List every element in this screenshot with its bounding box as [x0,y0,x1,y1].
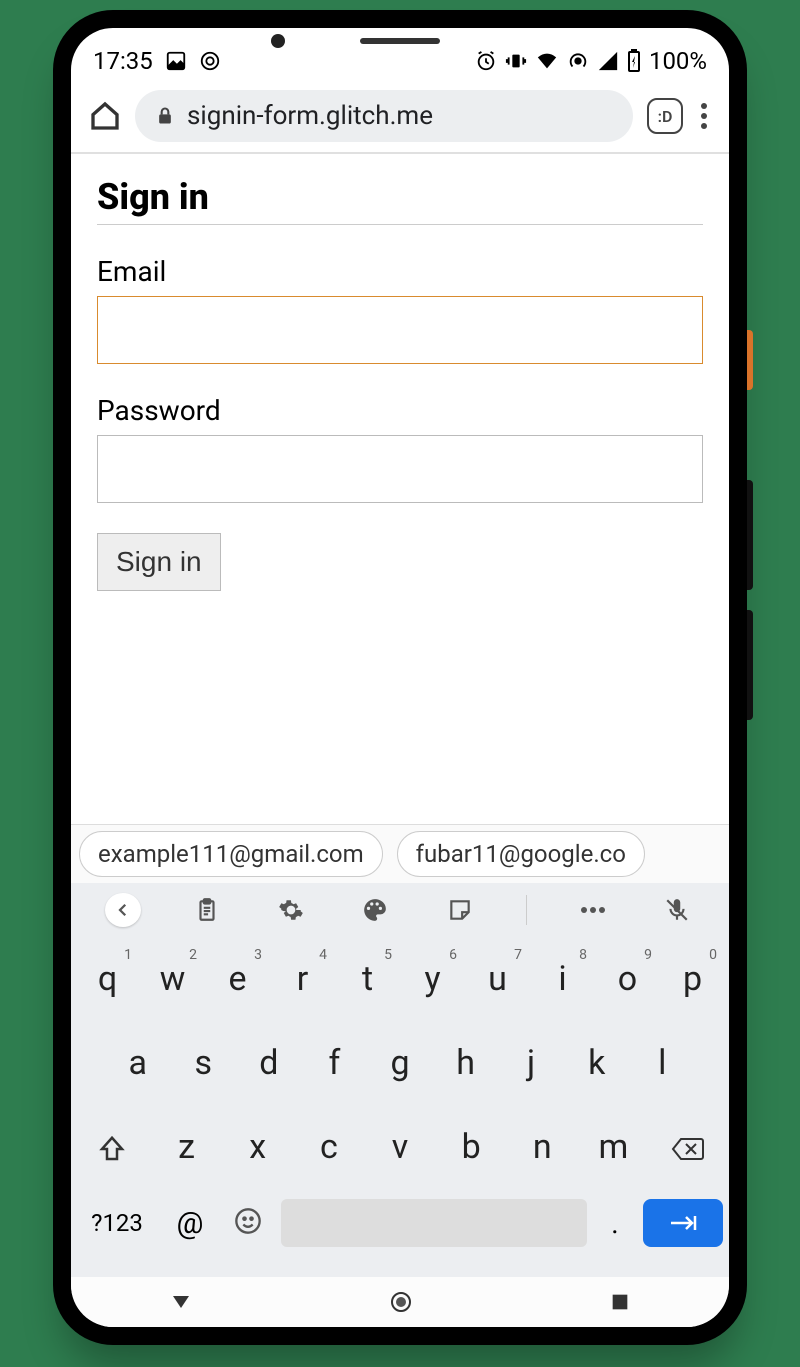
key-o[interactable]: o9 [597,947,658,1015]
key-i[interactable]: i8 [532,947,593,1015]
key-c[interactable]: c [293,1115,364,1183]
lock-icon [155,106,175,126]
tabs-button[interactable]: :D [647,98,683,134]
menu-icon[interactable] [697,99,711,133]
screen: 17:35 100% signin-form.glitch.me [71,28,729,1327]
more-icon[interactable] [575,906,611,914]
enter-key[interactable] [643,1199,723,1247]
at-key[interactable]: @ [165,1206,215,1241]
status-time: 17:35 [93,47,153,75]
battery-icon [627,49,641,73]
nav-home-icon[interactable] [389,1290,413,1314]
period-key[interactable]: . [595,1207,635,1240]
key-x[interactable]: x [222,1115,293,1183]
palette-icon[interactable] [357,897,393,923]
keyboard-back-icon[interactable] [105,893,141,927]
volume-down-button [747,610,753,720]
nav-recent-icon[interactable] [609,1291,631,1313]
sticker-icon[interactable] [442,897,478,923]
divider [526,895,527,925]
url-bar[interactable]: signin-form.glitch.me [135,90,633,142]
symbols-key[interactable]: ?123 [77,1209,157,1237]
keyboard-row-2: asdfghjkl [77,1031,723,1099]
key-g[interactable]: g [369,1031,431,1099]
key-q[interactable]: q1 [77,947,138,1015]
key-s[interactable]: s [173,1031,235,1099]
email-field[interactable] [97,296,703,364]
key-k[interactable]: k [566,1031,628,1099]
key-j[interactable]: j [500,1031,562,1099]
clipboard-icon[interactable] [189,897,225,923]
alarm-icon [475,50,497,72]
autofill-suggestions: example111@gmail.com fubar11@google.co [71,824,729,883]
emoji-key[interactable] [223,1207,273,1239]
keyboard-toolbar [71,883,729,937]
password-label: Password [97,394,703,427]
signin-button[interactable]: Sign in [97,533,221,591]
keyboard-row-3: zxcvbnm [77,1115,723,1183]
key-r[interactable]: r4 [272,947,333,1015]
keyboard-row-4: ?123 @ . [77,1199,723,1247]
key-p[interactable]: p0 [662,947,723,1015]
email-label: Email [97,255,703,288]
page-title: Sign in [97,176,703,225]
image-icon [165,50,187,72]
battery-percent: 100% [649,47,707,75]
browser-toolbar: signin-form.glitch.me :D [71,80,729,154]
key-f[interactable]: f [304,1031,366,1099]
vibrate-icon [505,50,527,72]
key-b[interactable]: b [436,1115,507,1183]
home-icon[interactable] [89,100,121,132]
key-t[interactable]: t5 [337,947,398,1015]
front-camera [271,34,285,48]
dnd-icon [199,50,221,72]
status-bar: 17:35 100% [71,28,729,80]
phone-frame: 17:35 100% signin-form.glitch.me [53,10,747,1345]
mic-off-icon[interactable] [659,897,695,923]
backspace-key[interactable] [653,1115,723,1183]
key-e[interactable]: e3 [207,947,268,1015]
password-field[interactable] [97,435,703,503]
key-h[interactable]: h [435,1031,497,1099]
power-button [747,330,753,390]
nav-back-icon[interactable] [169,1290,193,1314]
hotspot-icon [567,50,589,72]
speaker-grille [360,38,440,44]
wifi-icon [535,50,559,72]
url-text: signin-form.glitch.me [187,101,433,131]
key-m[interactable]: m [578,1115,649,1183]
key-d[interactable]: d [238,1031,300,1099]
gear-icon[interactable] [273,897,309,923]
key-a[interactable]: a [107,1031,169,1099]
keyboard-row-1: q1w2e3r4t5y6u7i8o9p0 [77,947,723,1015]
shift-key[interactable] [77,1115,147,1183]
volume-up-button [747,480,753,590]
key-v[interactable]: v [364,1115,435,1183]
key-n[interactable]: n [507,1115,578,1183]
keyboard: q1w2e3r4t5y6u7i8o9p0 asdfghjkl zxcvbnm ?… [71,937,729,1277]
signal-icon [597,50,619,72]
space-key[interactable] [281,1199,587,1247]
page-content: Sign in Email Password Sign in [71,154,729,824]
key-z[interactable]: z [151,1115,222,1183]
android-nav-bar [71,1277,729,1327]
suggestion-chip[interactable]: example111@gmail.com [79,831,383,877]
suggestion-chip[interactable]: fubar11@google.co [397,831,645,877]
key-y[interactable]: y6 [402,947,463,1015]
key-l[interactable]: l [631,1031,693,1099]
key-u[interactable]: u7 [467,947,528,1015]
key-w[interactable]: w2 [142,947,203,1015]
